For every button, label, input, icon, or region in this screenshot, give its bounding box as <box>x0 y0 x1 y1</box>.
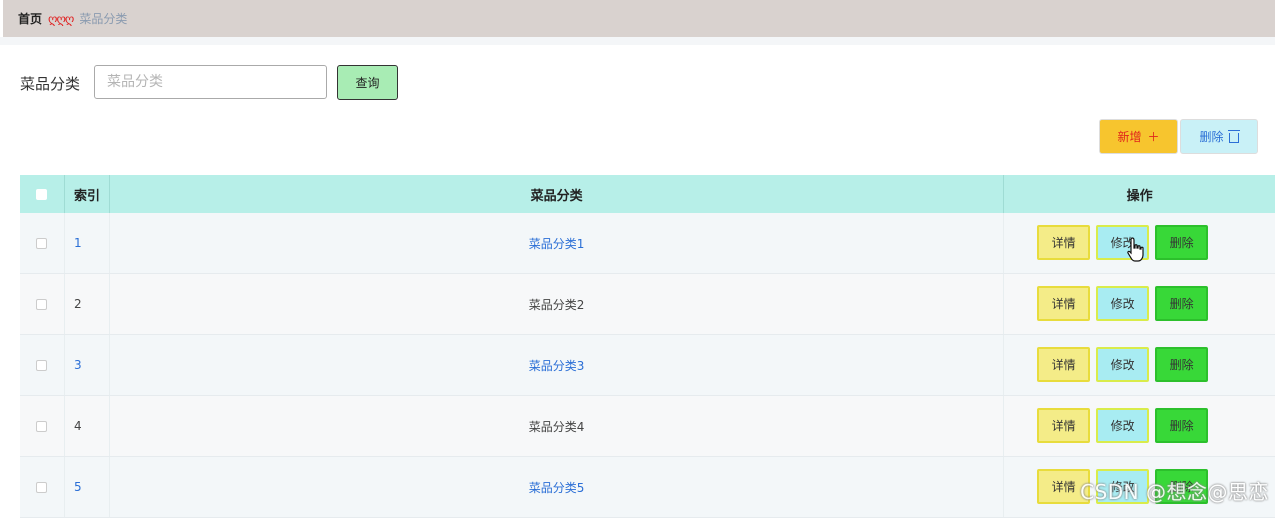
table-body: 1 菜品分类1 详情 修改 删除 2 菜品分类2 详情 修改 删除 3 菜品分类3 详情 修改 删除 4 菜品分… <box>20 213 1275 518</box>
header-index: 索引 <box>63 175 109 213</box>
edit-button[interactable]: 修改 <box>1096 285 1150 321</box>
header-actions: 操作 <box>1003 175 1275 213</box>
row-checkbox[interactable] <box>36 359 48 371</box>
detail-button[interactable]: 详情 <box>1037 224 1091 260</box>
trash-icon <box>1227 129 1240 143</box>
edit-button[interactable]: 修改 <box>1096 346 1150 382</box>
row-index: 1 <box>63 213 109 273</box>
delete-button[interactable]: 删除 <box>1155 285 1209 321</box>
add-button[interactable]: 新增 ＋ <box>1099 119 1178 154</box>
search-input[interactable] <box>94 65 327 99</box>
query-button[interactable]: 查询 <box>337 65 398 100</box>
header-category: 菜品分类 <box>108 175 1003 213</box>
detail-button[interactable]: 详情 <box>1037 407 1091 443</box>
table-row: 1 菜品分类1 详情 修改 删除 <box>20 213 1275 274</box>
row-checkbox[interactable] <box>36 237 48 249</box>
row-checkbox[interactable] <box>36 420 48 432</box>
row-index: 5 <box>63 457 109 517</box>
breadcrumb-current: 菜品分类 <box>79 12 128 26</box>
category-table: 索引 菜品分类 操作 1 菜品分类1 详情 修改 删除 2 菜品分类2 详情 修改 删除 3 菜品分类… <box>20 175 1275 518</box>
row-category: 菜品分类4 <box>108 396 1003 456</box>
table-header: 索引 菜品分类 操作 <box>20 175 1275 213</box>
detail-button[interactable]: 详情 <box>1037 285 1091 321</box>
pointer-cursor-icon <box>1127 237 1144 262</box>
delete-button[interactable]: 删除 <box>1155 346 1209 382</box>
batch-delete-label: 删除 <box>1199 130 1224 144</box>
detail-button[interactable]: 详情 <box>1037 346 1091 382</box>
detail-button[interactable]: 详情 <box>1037 468 1091 504</box>
row-index: 2 <box>63 274 109 334</box>
table-row: 2 菜品分类2 详情 修改 删除 <box>20 274 1275 335</box>
select-all-checkbox[interactable] <box>36 188 48 200</box>
table-row: 3 菜品分类3 详情 修改 删除 <box>20 335 1275 396</box>
delete-button[interactable]: 删除 <box>1155 407 1209 443</box>
row-checkbox[interactable] <box>36 298 48 310</box>
row-checkbox[interactable] <box>36 481 48 493</box>
edit-button[interactable]: 修改 <box>1096 468 1150 504</box>
row-category: 菜品分类2 <box>108 274 1003 334</box>
plus-icon: ＋ <box>1147 130 1160 144</box>
breadcrumb: 首页 ღღღ 菜品分类 <box>3 0 1275 37</box>
row-category[interactable]: 菜品分类3 <box>108 335 1003 395</box>
search-label: 菜品分类 <box>20 75 81 93</box>
row-index: 3 <box>63 335 109 395</box>
delete-button[interactable]: 删除 <box>1155 224 1209 260</box>
breadcrumb-separator: ღღღ <box>48 11 74 26</box>
batch-delete-button[interactable]: 删除 <box>1180 119 1258 154</box>
delete-button[interactable]: 删除 <box>1155 468 1209 504</box>
breadcrumb-home[interactable]: 首页 <box>18 10 42 27</box>
row-index: 4 <box>63 396 109 456</box>
table-row: 4 菜品分类4 详情 修改 删除 <box>20 396 1275 457</box>
edit-button[interactable]: 修改 <box>1096 407 1150 443</box>
row-category[interactable]: 菜品分类1 <box>108 213 1003 273</box>
table-row: 5 菜品分类5 详情 修改 删除 <box>20 457 1275 518</box>
divider <box>0 37 1275 45</box>
add-button-label: 新增 <box>1117 130 1142 144</box>
row-category[interactable]: 菜品分类5 <box>108 457 1003 517</box>
